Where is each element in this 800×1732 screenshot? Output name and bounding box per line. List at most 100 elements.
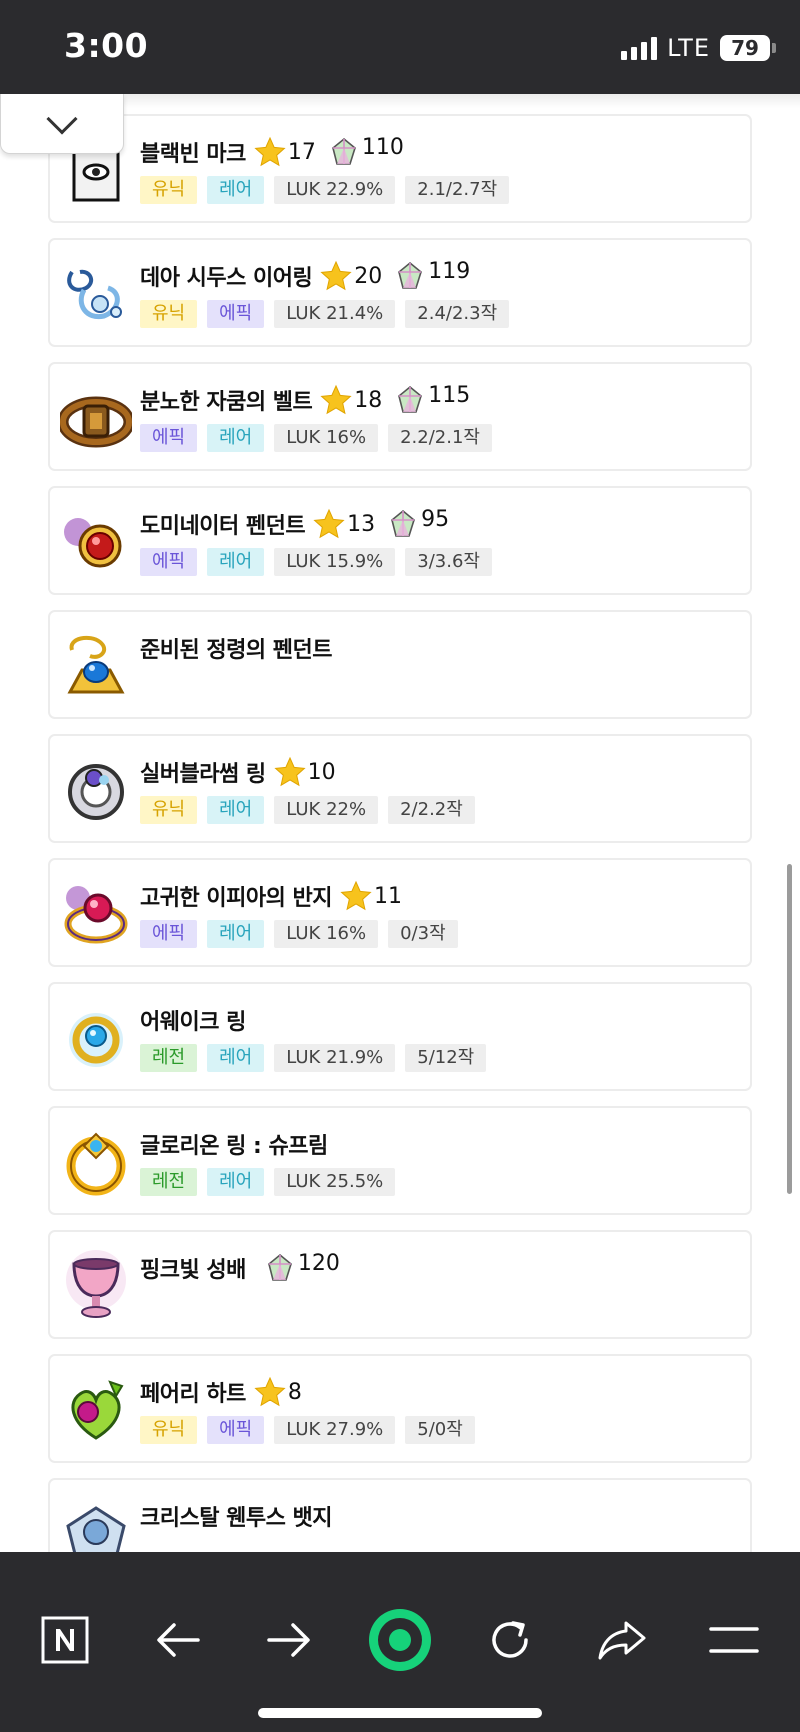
share-button[interactable] <box>590 1608 654 1672</box>
equipment-card[interactable]: 고귀한 이피아의 반지 11 에픽 레어 LUK 16% 0/3작 <box>48 858 752 967</box>
item-name: 블랙빈 마크 <box>140 142 246 167</box>
item-title-row: 어웨이크 링 <box>140 1004 246 1036</box>
star-force-count: 17 <box>287 139 316 165</box>
equipment-card[interactable]: 글로리온 링 : 슈프림 레전 레어 LUK 25.5% <box>48 1106 752 1215</box>
equipment-card[interactable]: 어웨이크 링레전 레어 LUK 21.9% 5/12작 <box>48 982 752 1091</box>
item-title-row: 데아 시두스 이어링 20 119 <box>140 258 471 292</box>
equipment-card[interactable]: 실버블라썸 링 10 유닉 레어 LUK 22% 2/2.2작 <box>48 734 752 843</box>
equipment-card[interactable]: 데아 시두스 이어링 20 119 유닉 에픽 LUK 21.4% 2.4/2.3작 <box>48 238 752 347</box>
grade-tag-legendary: 레전 <box>140 1168 198 1196</box>
star-force-icon <box>313 508 345 540</box>
equipment-list: 블랙빈 마크 17 110 유닉 레어 LUK 22.9% 2.1/2.7작 데아 시두스 이… <box>48 114 752 1552</box>
reload-icon <box>492 1621 528 1658</box>
grade-tag-rare: 레어 <box>207 1168 265 1196</box>
scroll-tag: 2/2.2작 <box>388 796 475 824</box>
green-dot-button[interactable] <box>366 1606 434 1674</box>
share-arrow-icon <box>598 1621 646 1660</box>
item-name: 실버블라썸 링 <box>140 762 266 787</box>
grade-tag-rare: 레어 <box>207 920 265 948</box>
naver-home-button[interactable] <box>33 1608 97 1672</box>
item-title-row: 준비된 정령의 펜던트 <box>140 632 332 664</box>
arrow-right-icon <box>267 1623 310 1657</box>
equipment-card[interactable]: 크리스탈 웬투스 뱃지 <box>48 1478 752 1552</box>
stat-tag: LUK 15.9% <box>274 548 396 576</box>
stat-tag: LUK 16% <box>274 920 379 948</box>
reload-button[interactable] <box>478 1608 542 1672</box>
stat-tag: LUK 21.4% <box>274 300 396 328</box>
arrow-left-icon <box>157 1623 200 1657</box>
item-name: 핑크빛 성배 <box>140 1258 246 1283</box>
item-tag-row: 레전 레어 LUK 21.9% 5/12작 <box>140 1044 487 1072</box>
chevron-down-icon <box>46 102 78 135</box>
grade-tag-epic: 에픽 <box>140 424 198 452</box>
glorion-ring-icon <box>60 1126 132 1198</box>
item-title-row: 블랙빈 마크 17 110 <box>140 135 404 168</box>
back-button[interactable] <box>146 1608 210 1672</box>
item-name: 페어리 하트 <box>140 1382 246 1407</box>
item-tag-row: 레전 레어 LUK 25.5% <box>140 1168 396 1196</box>
gem-icon <box>389 509 417 539</box>
equipment-card[interactable]: 준비된 정령의 펜던트 <box>48 610 752 719</box>
scroll-tag: 5/12작 <box>405 1044 487 1072</box>
item-tag-row: 유닉 에픽 LUK 27.9% 5/0작 <box>140 1416 475 1444</box>
scroll-tag: 2.4/2.3작 <box>405 300 510 328</box>
star-force-count: 11 <box>373 883 402 909</box>
scroll-tag: 3/3.6작 <box>405 548 492 576</box>
item-tag-row: 유닉 레어 LUK 22.9% 2.1/2.7작 <box>140 176 510 204</box>
star-force-count: 8 <box>287 1379 302 1405</box>
fairy-heart-icon <box>60 1374 132 1446</box>
browser-toolbar <box>0 1552 800 1732</box>
equipment-card[interactable]: 도미네이터 펜던트 13 95 에픽 레어 LUK 15.9% 3/3.6작 <box>48 486 752 595</box>
gem-count: 95 <box>421 506 450 532</box>
hamburger-menu-icon <box>709 1627 759 1653</box>
gem-count: 119 <box>428 258 471 284</box>
silver-blossom-ring-icon <box>60 754 132 826</box>
dominator-pendant-icon <box>60 506 132 578</box>
stat-tag: LUK 22% <box>274 796 379 824</box>
star-force-icon <box>254 1376 286 1408</box>
item-title-row: 실버블라썸 링 10 <box>140 756 336 788</box>
star-force-icon <box>320 260 352 292</box>
gem-icon <box>330 137 358 167</box>
grade-tag-unique: 유닉 <box>140 796 198 824</box>
awake-ring-icon <box>60 1002 132 1074</box>
scrollbar[interactable] <box>787 864 792 1194</box>
stat-tag: LUK 27.9% <box>274 1416 396 1444</box>
battery-icon: 79 <box>720 35 776 61</box>
grade-tag-rare: 레어 <box>207 1044 265 1072</box>
item-tag-row: 에픽 레어 LUK 16% 0/3작 <box>140 920 458 948</box>
item-title-row: 크리스탈 웬투스 뱃지 <box>140 1500 332 1532</box>
home-indicator[interactable] <box>258 1708 542 1718</box>
scroll-tag: 2.1/2.7작 <box>405 176 510 204</box>
n-logo-icon <box>41 1616 89 1664</box>
equipment-card[interactable]: 핑크빛 성배 120 <box>48 1230 752 1339</box>
item-name: 데아 시두스 이어링 <box>140 266 313 291</box>
star-force-count: 13 <box>347 511 376 537</box>
equipment-card[interactable]: 블랙빈 마크 17 110 유닉 레어 LUK 22.9% 2.1/2.7작 <box>48 114 752 223</box>
ifia-ring-icon <box>60 878 132 950</box>
stat-tag: LUK 22.9% <box>274 176 396 204</box>
gem-count: 115 <box>428 382 471 408</box>
gem-icon <box>266 1253 294 1283</box>
equipment-card[interactable]: 페어리 하트 8 유닉 에픽 LUK 27.9% 5/0작 <box>48 1354 752 1463</box>
item-tag-row: 유닉 에픽 LUK 21.4% 2.4/2.3작 <box>140 300 510 328</box>
grade-tag-epic: 에픽 <box>207 1416 265 1444</box>
stat-tag: LUK 25.5% <box>274 1168 396 1196</box>
item-list-page[interactable]: 블랙빈 마크 17 110 유닉 레어 LUK 22.9% 2.1/2.7작 데아 시두스 이… <box>0 94 800 1552</box>
item-name: 크리스탈 웬투스 뱃지 <box>140 1506 332 1531</box>
item-tag-row: 에픽 레어 LUK 15.9% 3/3.6작 <box>140 548 492 576</box>
zakum-belt-icon <box>60 382 132 454</box>
collapse-button[interactable] <box>0 94 124 154</box>
pink-holy-cup-icon <box>60 1250 132 1322</box>
grade-tag-unique: 유닉 <box>140 1416 198 1444</box>
menu-button[interactable] <box>702 1608 766 1672</box>
green-dot-icon <box>369 1609 431 1671</box>
forward-button[interactable] <box>257 1608 321 1672</box>
gem-icon <box>396 385 424 415</box>
gem-icon <box>396 261 424 291</box>
grade-tag-unique: 유닉 <box>140 300 198 328</box>
grade-tag-rare: 레어 <box>207 548 265 576</box>
equipment-card[interactable]: 분노한 자쿰의 벨트 18 115 에픽 레어 LUK 16% 2.2/2.1작 <box>48 362 752 471</box>
grade-tag-rare: 레어 <box>207 424 265 452</box>
star-force-count: 20 <box>354 263 383 289</box>
